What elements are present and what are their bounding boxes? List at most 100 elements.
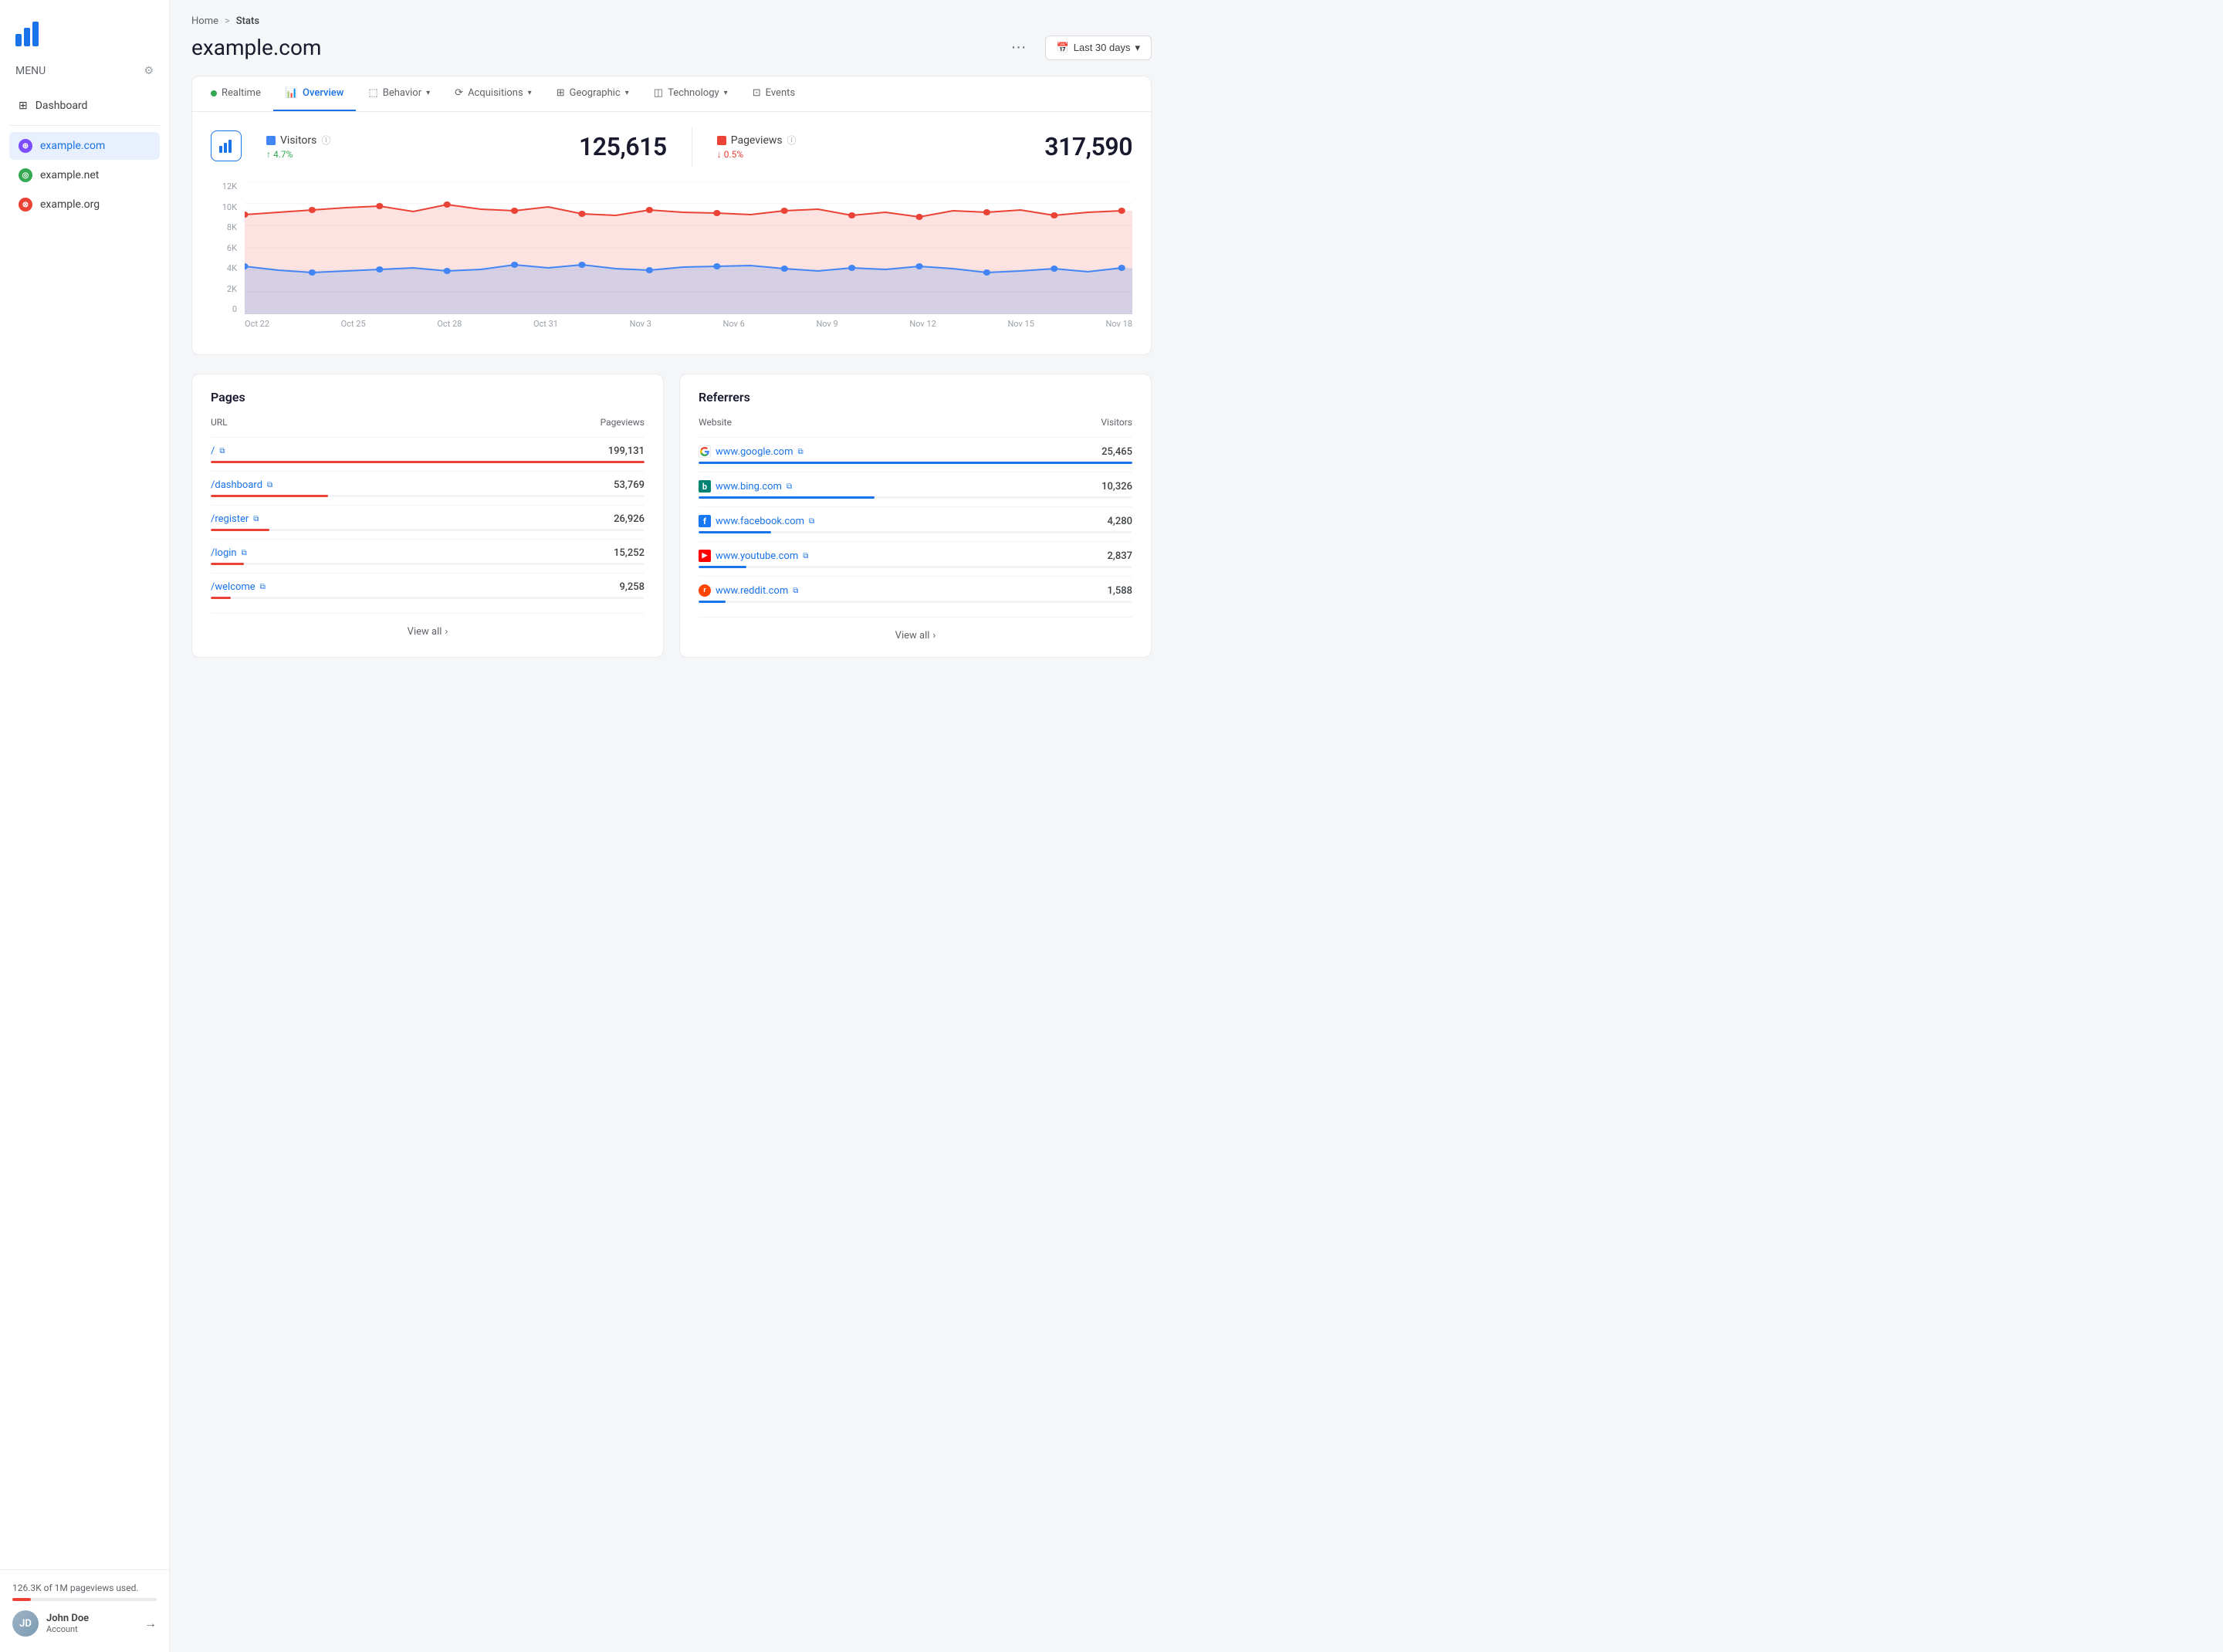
chart-svg bbox=[245, 181, 1132, 314]
site-icon-example-org: ⊗ bbox=[19, 198, 32, 212]
x-label-oct25: Oct 25 bbox=[341, 319, 366, 336]
menu-label: MENU bbox=[15, 65, 46, 77]
page-bar-fill-3 bbox=[211, 529, 269, 531]
tab-realtime[interactable]: Realtime bbox=[198, 76, 273, 111]
page-bar-bg-5 bbox=[211, 597, 645, 599]
pageviews-trend: ↓ 0.5% bbox=[717, 149, 797, 160]
trend-up-arrow: ↑ bbox=[266, 149, 271, 160]
user-row[interactable]: JD John Doe Account → bbox=[12, 1610, 157, 1637]
referrer-bar-fill-5 bbox=[699, 601, 726, 603]
user-subtitle: Account bbox=[46, 1624, 137, 1634]
x-label-nov15: Nov 15 bbox=[1007, 319, 1034, 336]
page-views-2: 53,769 bbox=[614, 479, 645, 491]
tab-acquisitions[interactable]: ⟳ Acquisitions ▾ bbox=[442, 76, 544, 111]
events-icon: ⊡ bbox=[753, 87, 761, 99]
tab-overview[interactable]: 📊 Overview bbox=[273, 76, 357, 111]
sidebar-item-example-net[interactable]: ◎ example.net bbox=[9, 161, 160, 189]
referrer-bar-bg-1 bbox=[699, 462, 1132, 464]
pages-view-all[interactable]: View all › bbox=[211, 613, 645, 638]
referrer-site-2[interactable]: www.bing.com bbox=[716, 481, 782, 493]
page-url-1[interactable]: / bbox=[211, 445, 215, 457]
visitors-trend: ↑ 4.7% bbox=[266, 149, 330, 160]
sidebar-sites-section: ⊕ example.com ◎ example.net ⊗ example.or… bbox=[9, 125, 160, 218]
visitors-label: Visitors bbox=[280, 134, 316, 147]
visitors-label-group: Visitors ⓘ bbox=[266, 134, 330, 147]
x-label-nov9: Nov 9 bbox=[816, 319, 837, 336]
panels-row: Pages URL Pageviews / ⧉ 199,131 /dashboa… bbox=[191, 374, 1152, 658]
pageviews-info-icon[interactable]: ⓘ bbox=[787, 134, 797, 147]
avatar: JD bbox=[12, 1610, 39, 1637]
ext-link-icon-ref-3: ⧉ bbox=[809, 517, 814, 526]
y-label-0: 0 bbox=[232, 304, 237, 314]
page-url-2[interactable]: /dashboard bbox=[211, 479, 262, 491]
page-views-3: 26,926 bbox=[614, 513, 645, 525]
pageviews-usage: 126.3K of 1M pageviews used. bbox=[12, 1583, 157, 1601]
page-views-5: 9,258 bbox=[620, 581, 645, 593]
page-bar-bg-1 bbox=[211, 461, 645, 463]
tab-technology[interactable]: ◫ Technology ▾ bbox=[641, 76, 740, 111]
x-label-nov18: Nov 18 bbox=[1106, 319, 1132, 336]
y-label-2k: 2K bbox=[227, 284, 237, 294]
tab-overview-label: Overview bbox=[303, 87, 343, 99]
visitors-info-icon[interactable]: ⓘ bbox=[321, 134, 330, 147]
page-url-4[interactable]: /login bbox=[211, 547, 237, 559]
youtube-favicon: ▶ bbox=[699, 550, 711, 562]
sidebar-item-example-com[interactable]: ⊕ example.com bbox=[9, 132, 160, 160]
logo bbox=[0, 0, 169, 59]
geographic-icon: ⊞ bbox=[557, 87, 565, 99]
referrers-panel-title: Referrers bbox=[699, 390, 1132, 405]
table-row: /login ⧉ 15,252 bbox=[211, 539, 645, 573]
dashboard-icon: ⊞ bbox=[19, 100, 28, 112]
geographic-chevron-icon: ▾ bbox=[625, 89, 629, 97]
referrers-view-all[interactable]: View all › bbox=[699, 617, 1132, 642]
more-button[interactable]: ··· bbox=[1005, 36, 1033, 59]
pages-view-all-label: View all bbox=[408, 626, 442, 638]
page-bar-fill-4 bbox=[211, 563, 244, 565]
usage-bar-background bbox=[12, 1598, 157, 1601]
referrer-site-1[interactable]: www.google.com bbox=[716, 446, 793, 458]
referrer-site-4[interactable]: www.youtube.com bbox=[716, 550, 798, 562]
sidebar-navigation: ⊞ Dashboard ⊕ example.com ◎ example.net … bbox=[0, 90, 169, 1569]
date-range-button[interactable]: 📅 Last 30 days ▾ bbox=[1045, 36, 1152, 60]
referrers-view-all-arrow: › bbox=[932, 630, 936, 642]
y-label-12k: 12K bbox=[222, 181, 237, 191]
table-row: / ⧉ 199,131 bbox=[211, 437, 645, 471]
referrer-site-5[interactable]: www.reddit.com bbox=[716, 585, 788, 597]
page-views-1: 199,131 bbox=[608, 445, 645, 457]
referrer-bar-fill-4 bbox=[699, 566, 746, 568]
ext-link-icon-4: ⧉ bbox=[242, 549, 247, 557]
sidebar-item-dashboard[interactable]: ⊞ Dashboard bbox=[9, 93, 160, 119]
tab-geographic[interactable]: ⊞ Geographic ▾ bbox=[544, 76, 641, 111]
pageviews-value: 317,590 bbox=[1044, 132, 1132, 161]
referrer-bar-fill-3 bbox=[699, 531, 771, 533]
breadcrumb-separator: > bbox=[225, 15, 230, 27]
referrer-visitors-4: 2,837 bbox=[1108, 550, 1132, 562]
referrer-site-3[interactable]: www.facebook.com bbox=[716, 516, 804, 527]
ext-link-icon-ref-1: ⧉ bbox=[797, 448, 803, 456]
tab-behavior[interactable]: ⬚ Behavior ▾ bbox=[356, 76, 442, 111]
visitors-value: 125,615 bbox=[579, 132, 667, 161]
visitors-trend-value: 4.7% bbox=[273, 149, 293, 160]
ext-link-icon-1: ⧉ bbox=[219, 447, 225, 455]
sidebar-item-example-org[interactable]: ⊗ example.org bbox=[9, 191, 160, 218]
referrers-col-visitors: Visitors bbox=[1101, 417, 1132, 428]
pages-panel: Pages URL Pageviews / ⧉ 199,131 /dashboa… bbox=[191, 374, 664, 658]
site-label-example-net: example.net bbox=[40, 169, 99, 181]
logout-icon[interactable]: → bbox=[144, 1616, 157, 1631]
table-row: r www.reddit.com ⧉ 1,588 bbox=[699, 576, 1132, 611]
y-label-6k: 6K bbox=[227, 243, 237, 253]
pages-col-url: URL bbox=[211, 417, 228, 428]
page-url-3[interactable]: /register bbox=[211, 513, 249, 525]
google-favicon bbox=[699, 445, 711, 458]
user-info: John Doe Account bbox=[46, 1613, 137, 1634]
main-content: Home > Stats example.com ··· 📅 Last 30 d… bbox=[170, 0, 2223, 1652]
tab-realtime-label: Realtime bbox=[222, 87, 261, 99]
settings-icon[interactable]: ⚙ bbox=[144, 65, 154, 77]
page-url-5[interactable]: /welcome bbox=[211, 581, 255, 593]
pageviews-label-group: Pageviews ⓘ bbox=[717, 134, 797, 147]
tab-events[interactable]: ⊡ Events bbox=[740, 76, 807, 111]
tab-acquisitions-label: Acquisitions bbox=[468, 87, 523, 99]
breadcrumb-home[interactable]: Home bbox=[191, 15, 218, 27]
ext-link-icon-5: ⧉ bbox=[260, 583, 266, 591]
header-actions: ··· 📅 Last 30 days ▾ bbox=[1005, 36, 1152, 60]
